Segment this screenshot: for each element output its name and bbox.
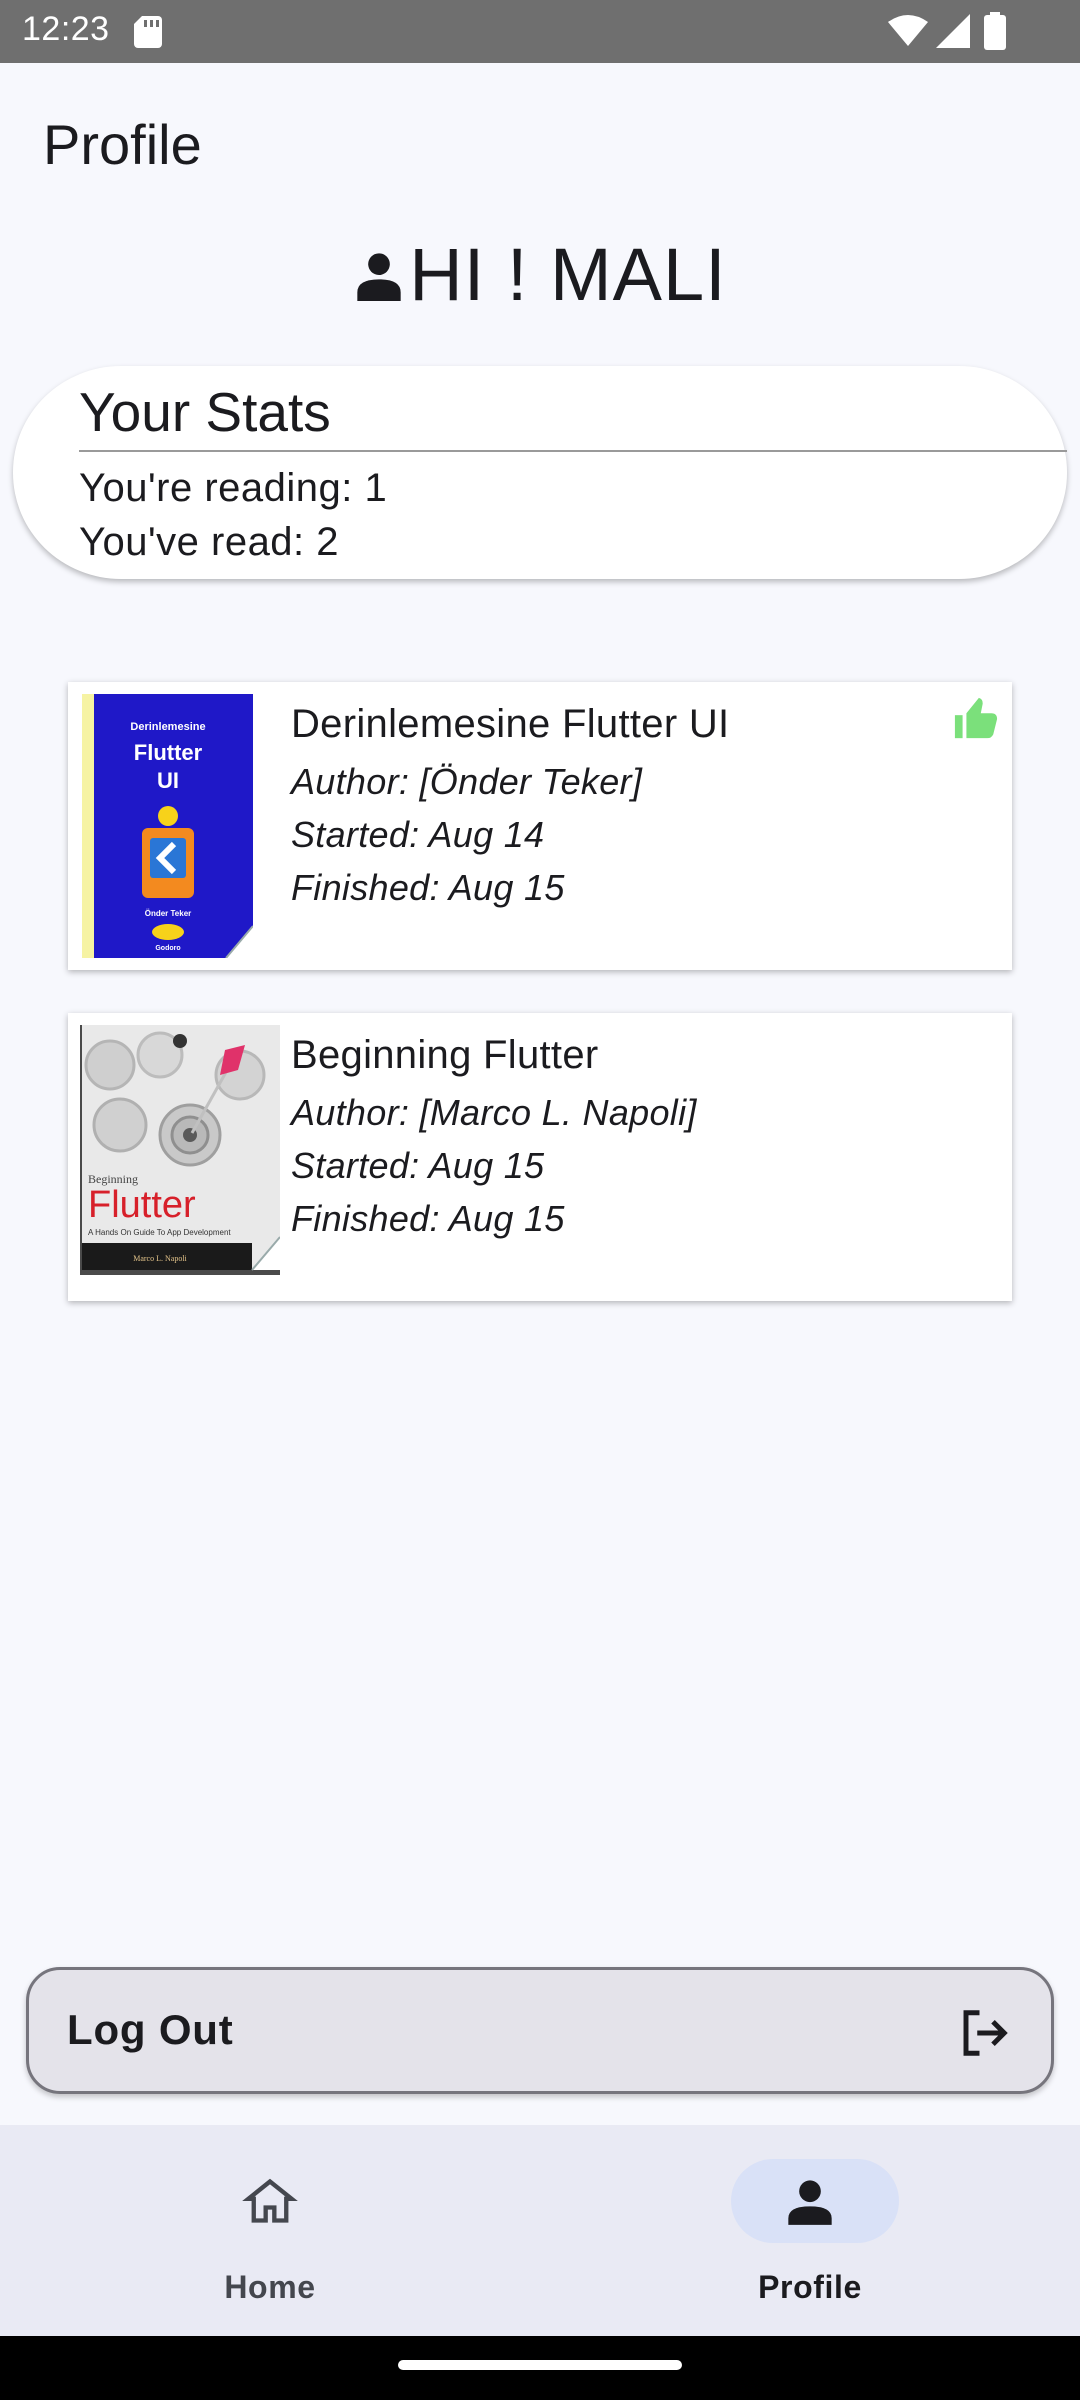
greeting-text: HI ! MALI xyxy=(409,233,727,316)
stats-read-count: You've read: 2 xyxy=(79,520,340,564)
book-card[interactable]: Beginning Flutter A Hands On Guide To Ap… xyxy=(68,1013,1012,1301)
system-navigation-bar xyxy=(0,2336,1080,2400)
logout-button[interactable]: Log Out xyxy=(26,1967,1054,2094)
status-time: 12:23 xyxy=(22,10,110,48)
person-icon xyxy=(357,252,401,301)
cover-title: Flutter xyxy=(88,1184,196,1226)
cover-subtitle: A Hands On Guide To App Development xyxy=(88,1228,231,1237)
greeting: HI ! MALI xyxy=(0,232,1080,317)
thumbs-up-icon[interactable] xyxy=(952,696,1000,742)
stats-card: Your Stats You're reading: 1 You've read… xyxy=(13,366,1067,579)
signal-icon xyxy=(936,14,970,48)
cover-top-text: Derinlemesine xyxy=(130,721,205,733)
stats-title: Your Stats xyxy=(79,381,331,443)
book-started-date: Started: Aug 14 xyxy=(291,814,545,855)
cover-title-line2: UI xyxy=(157,768,179,793)
wifi-icon xyxy=(888,15,928,46)
book-info: Beginning Flutter Author: [Marco L. Napo… xyxy=(291,1033,697,1251)
nav-item-home[interactable]: Home xyxy=(0,2125,540,2336)
logout-label: Log Out xyxy=(67,2006,234,2053)
book-title: Derinlemesine Flutter UI xyxy=(291,702,730,746)
book-finished-date: Finished: Aug 15 xyxy=(291,867,565,908)
book-card[interactable]: Derinlemesine Flutter UI Önder Teker God… xyxy=(68,682,1012,970)
book-cover-image: Beginning Flutter A Hands On Guide To Ap… xyxy=(80,1025,280,1275)
person-icon xyxy=(788,2180,832,2225)
logout-icon xyxy=(963,2010,1008,2056)
cover-author: Marco L. Napoli xyxy=(133,1254,187,1263)
nav-label-profile: Profile xyxy=(758,2269,862,2305)
cover-publisher: Godoro xyxy=(155,945,180,952)
book-started-date: Started: Aug 15 xyxy=(291,1145,545,1186)
book-cover-image: Derinlemesine Flutter UI Önder Teker God… xyxy=(80,694,253,958)
book-author: Author: [Marco L. Napoli] xyxy=(291,1092,697,1133)
book-finished-date: Finished: Aug 15 xyxy=(291,1198,565,1239)
stats-divider xyxy=(79,450,1067,452)
book-author: Author: [Önder Teker] xyxy=(291,761,643,802)
home-indicator[interactable] xyxy=(398,2360,682,2370)
cover-author: Önder Teker xyxy=(145,909,192,918)
book-info: Derinlemesine Flutter UI Author: [Önder … xyxy=(291,702,729,920)
battery-icon xyxy=(984,12,1006,50)
cover-title-line1: Flutter xyxy=(134,740,203,765)
status-bar: 12:23 xyxy=(0,0,1080,63)
page-title: Profile xyxy=(43,113,202,176)
sd-card-icon xyxy=(134,16,162,48)
book-title: Beginning Flutter xyxy=(291,1033,599,1077)
stats-reading-count: You're reading: 1 xyxy=(79,466,388,510)
bottom-navigation: Home Profile xyxy=(0,2125,1080,2336)
nav-item-profile[interactable]: Profile xyxy=(540,2125,1080,2336)
nav-label-home: Home xyxy=(224,2269,316,2305)
home-icon xyxy=(242,2178,298,2223)
